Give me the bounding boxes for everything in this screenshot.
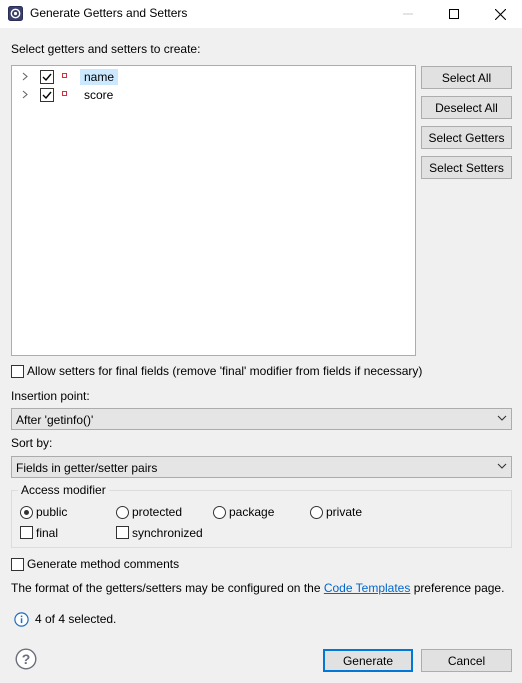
code-templates-link[interactable]: Code Templates bbox=[324, 581, 411, 595]
sort-by-value: Fields in getter/setter pairs bbox=[16, 461, 158, 475]
chevron-down-icon bbox=[497, 463, 507, 469]
generate-button[interactable]: Generate bbox=[323, 649, 413, 672]
cancel-button[interactable]: Cancel bbox=[421, 649, 512, 672]
tree-item-label: score bbox=[84, 88, 114, 102]
generate-comments-checkbox[interactable] bbox=[11, 558, 24, 571]
window-title: Generate Getters and Setters bbox=[30, 6, 188, 20]
chevron-right-icon[interactable] bbox=[22, 90, 28, 99]
tree-item-score[interactable]: score bbox=[12, 86, 412, 104]
minimize-button[interactable] bbox=[385, 0, 431, 28]
access-modifier-title: Access modifier bbox=[18, 483, 109, 497]
final-checkbox[interactable] bbox=[20, 526, 33, 539]
close-icon bbox=[494, 8, 506, 20]
select-setters-button[interactable]: Select Setters bbox=[421, 156, 512, 179]
tree-item-name[interactable]: name bbox=[12, 68, 412, 86]
allow-final-checkbox[interactable] bbox=[11, 365, 24, 378]
sort-by-label: Sort by: bbox=[11, 436, 53, 450]
package-label: package bbox=[229, 505, 275, 519]
templates-info-text: The format of the getters/setters may be… bbox=[11, 581, 504, 595]
fields-tree[interactable]: name score bbox=[11, 65, 416, 356]
selection-status: 4 of 4 selected. bbox=[35, 612, 117, 626]
tree-item-checkbox[interactable] bbox=[40, 88, 54, 102]
protected-label: protected bbox=[132, 505, 183, 519]
app-icon bbox=[8, 6, 23, 21]
checkmark-icon bbox=[42, 91, 52, 100]
tree-item-checkbox[interactable] bbox=[40, 70, 54, 84]
package-radio[interactable] bbox=[213, 506, 226, 519]
insertion-point-label: Insertion point: bbox=[11, 389, 90, 403]
help-icon[interactable]: ? bbox=[15, 648, 37, 670]
select-prompt-label: Select getters and setters to create: bbox=[11, 42, 201, 56]
minimize-icon bbox=[403, 13, 413, 15]
synchronized-label: synchronized bbox=[132, 526, 203, 540]
dialog-window: Generate Getters and Setters Select gett… bbox=[0, 0, 522, 683]
info-icon bbox=[14, 612, 29, 627]
synchronized-checkbox[interactable] bbox=[116, 526, 129, 539]
chevron-down-icon bbox=[497, 415, 507, 421]
final-label: final bbox=[36, 526, 59, 540]
maximize-icon bbox=[449, 9, 459, 19]
select-all-button[interactable]: Select All bbox=[421, 66, 512, 89]
access-modifier-group: Access modifier public protected package… bbox=[11, 483, 512, 548]
svg-text:?: ? bbox=[22, 651, 31, 667]
chevron-right-icon[interactable] bbox=[22, 72, 28, 81]
checkmark-icon bbox=[42, 73, 52, 82]
sort-by-select[interactable]: Fields in getter/setter pairs bbox=[11, 456, 512, 478]
insertion-point-value: After 'getinfo()' bbox=[16, 413, 94, 427]
info-prefix: The format of the getters/setters may be… bbox=[11, 581, 321, 595]
deselect-all-button[interactable]: Deselect All bbox=[421, 96, 512, 119]
public-label: public bbox=[36, 505, 68, 519]
maximize-button[interactable] bbox=[431, 0, 477, 28]
close-button[interactable] bbox=[477, 0, 522, 28]
private-label: private bbox=[326, 505, 363, 519]
insertion-point-select[interactable]: After 'getinfo()' bbox=[11, 408, 512, 430]
info-suffix: preference page. bbox=[413, 581, 505, 595]
tree-item-label: name bbox=[80, 69, 119, 85]
title-bar: Generate Getters and Setters bbox=[0, 0, 522, 28]
private-field-icon bbox=[62, 91, 67, 96]
public-radio[interactable] bbox=[20, 506, 33, 519]
private-radio[interactable] bbox=[310, 506, 323, 519]
generate-comments-label: Generate method comments bbox=[27, 557, 180, 571]
private-field-icon bbox=[62, 73, 67, 78]
select-getters-button[interactable]: Select Getters bbox=[421, 126, 512, 149]
protected-radio[interactable] bbox=[116, 506, 129, 519]
allow-final-label: Allow setters for final fields (remove '… bbox=[27, 364, 423, 378]
